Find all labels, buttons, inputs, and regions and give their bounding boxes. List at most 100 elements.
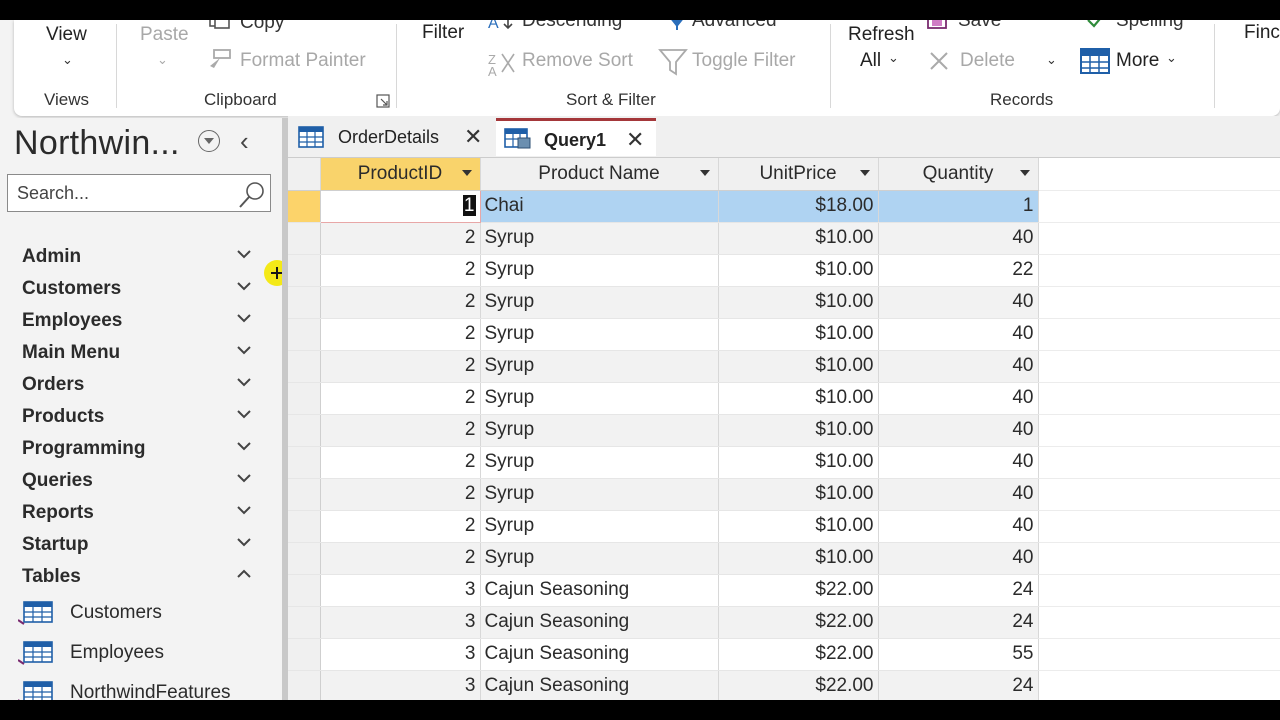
tab-query1[interactable]: Query1 ✕ xyxy=(496,118,656,156)
nav-pane-title[interactable]: Northwin... xyxy=(14,124,180,163)
tab-orderdetails[interactable]: OrderDetails ✕ xyxy=(288,118,494,156)
cell-product-name[interactable]: Syrup xyxy=(480,414,719,447)
nav-group-programming[interactable]: Programming xyxy=(22,434,262,464)
nav-group-employees[interactable]: Employees xyxy=(22,306,262,336)
more-button[interactable]: More xyxy=(1116,50,1159,72)
record-selector[interactable] xyxy=(288,190,321,223)
record-selector[interactable] xyxy=(288,446,321,479)
nav-table-employees[interactable]: Employees xyxy=(18,636,268,670)
close-tab-icon[interactable]: ✕ xyxy=(626,127,644,153)
table-row[interactable]: 2 Syrup $10.00 40 xyxy=(288,478,1280,511)
refresh-dropdown-icon[interactable]: ⌄ xyxy=(888,50,899,66)
record-selector[interactable] xyxy=(288,670,321,700)
cell-product-name[interactable]: Syrup xyxy=(480,542,719,575)
cell-product-name[interactable]: Syrup xyxy=(480,382,719,415)
cell-product-name[interactable]: Syrup xyxy=(480,286,719,319)
more-dropdown-icon[interactable]: ⌄ xyxy=(1166,50,1177,66)
cell-unitprice[interactable]: $10.00 xyxy=(718,318,879,351)
filter-button[interactable]: Filter xyxy=(422,22,464,44)
search-icon[interactable] xyxy=(238,181,266,209)
table-row[interactable]: 3 Cajun Seasoning $22.00 24 xyxy=(288,670,1280,700)
table-row[interactable]: 3 Cajun Seasoning $22.00 24 xyxy=(288,574,1280,607)
record-selector[interactable] xyxy=(288,638,321,671)
cell-unitprice[interactable]: $22.00 xyxy=(718,638,879,671)
nav-table-northwindfeatures[interactable]: NorthwindFeatures xyxy=(18,676,268,700)
cell-productid[interactable]: 2 xyxy=(320,446,481,479)
cell-unitprice[interactable]: $22.00 xyxy=(718,574,879,607)
cell-product-name[interactable]: Syrup xyxy=(480,350,719,383)
cell-quantity[interactable]: 40 xyxy=(878,446,1039,479)
view-dropdown-icon[interactable]: ⌄ xyxy=(62,52,73,68)
nav-group-tables[interactable]: Tables xyxy=(22,562,262,592)
save-button[interactable]: Save xyxy=(958,20,1001,32)
cell-quantity[interactable]: 24 xyxy=(878,574,1039,607)
table-row[interactable]: 2 Syrup $10.00 40 xyxy=(288,350,1280,383)
cell-product-name[interactable]: Cajun Seasoning xyxy=(480,574,719,607)
cell-product-name[interactable]: Chai xyxy=(480,190,719,223)
record-selector[interactable] xyxy=(288,222,321,255)
cell-unitprice[interactable]: $10.00 xyxy=(718,510,879,543)
record-selector[interactable] xyxy=(288,510,321,543)
cell-quantity[interactable]: 40 xyxy=(878,382,1039,415)
table-row[interactable]: 2 Syrup $10.00 40 xyxy=(288,510,1280,543)
cell-unitprice[interactable]: $10.00 xyxy=(718,414,879,447)
nav-group-customers[interactable]: Customers xyxy=(22,274,262,304)
view-button[interactable]: View xyxy=(46,24,87,46)
record-selector[interactable] xyxy=(288,414,321,447)
cell-product-name[interactable]: Cajun Seasoning xyxy=(480,606,719,639)
cell-unitprice[interactable]: $10.00 xyxy=(718,222,879,255)
column-header-unitprice[interactable]: UnitPrice xyxy=(718,158,879,191)
cell-productid[interactable]: 2 xyxy=(320,318,481,351)
nav-group-products[interactable]: Products xyxy=(22,402,262,432)
column-filter-dropdown-icon[interactable] xyxy=(699,170,710,176)
cell-quantity[interactable]: 1 xyxy=(878,190,1039,223)
copy-button[interactable]: Copy xyxy=(240,20,284,34)
cell-quantity[interactable]: 24 xyxy=(878,606,1039,639)
cell-productid[interactable]: 2 xyxy=(320,510,481,543)
cell-unitprice[interactable]: $10.00 xyxy=(718,254,879,287)
cell-unitprice[interactable]: $10.00 xyxy=(718,350,879,383)
cell-productid[interactable]: 3 xyxy=(320,606,481,639)
cell-quantity[interactable]: 40 xyxy=(878,478,1039,511)
nav-group-admin[interactable]: Admin xyxy=(22,242,262,272)
cell-quantity[interactable]: 40 xyxy=(878,318,1039,351)
record-selector[interactable] xyxy=(288,286,321,319)
cell-product-name[interactable]: Cajun Seasoning xyxy=(480,638,719,671)
cell-product-name[interactable]: Cajun Seasoning xyxy=(480,670,719,700)
cell-quantity[interactable]: 40 xyxy=(878,350,1039,383)
cell-quantity[interactable]: 40 xyxy=(878,286,1039,319)
cell-quantity[interactable]: 22 xyxy=(878,254,1039,287)
nav-group-reports[interactable]: Reports xyxy=(22,498,262,528)
refresh-all-button[interactable]: Refresh xyxy=(848,24,915,46)
spelling-button[interactable]: Spelling xyxy=(1116,20,1184,32)
column-filter-dropdown-icon[interactable] xyxy=(859,170,870,176)
cell-productid[interactable]: 2 xyxy=(320,286,481,319)
cell-productid[interactable]: 1 xyxy=(319,189,481,223)
nav-group-queries[interactable]: Queries xyxy=(22,466,262,496)
nav-pane-menu-icon[interactable] xyxy=(198,130,220,152)
descending-button[interactable]: Descending xyxy=(522,20,622,32)
delete-button[interactable]: Delete xyxy=(960,50,1015,72)
select-all-corner[interactable] xyxy=(288,158,321,191)
table-row[interactable]: 2 Syrup $10.00 40 xyxy=(288,446,1280,479)
table-row[interactable]: 2 Syrup $10.00 22 xyxy=(288,254,1280,287)
cell-productid[interactable]: 2 xyxy=(320,222,481,255)
cell-quantity[interactable]: 24 xyxy=(878,670,1039,700)
paste-button[interactable]: Paste xyxy=(140,24,189,46)
table-row[interactable]: 2 Syrup $10.00 40 xyxy=(288,382,1280,415)
table-row[interactable]: 2 Syrup $10.00 40 xyxy=(288,222,1280,255)
format-painter-button[interactable]: Format Painter xyxy=(240,50,366,72)
table-row[interactable]: 2 Syrup $10.00 40 xyxy=(288,286,1280,319)
nav-table-customers[interactable]: Customers xyxy=(18,596,268,630)
cell-unitprice[interactable]: $10.00 xyxy=(718,286,879,319)
find-button[interactable]: Finc xyxy=(1244,22,1280,44)
cell-productid[interactable]: 2 xyxy=(320,542,481,575)
nav-group-main-menu[interactable]: Main Menu xyxy=(22,338,262,368)
nav-group-startup[interactable]: Startup xyxy=(22,530,262,560)
column-header-product-name[interactable]: Product Name xyxy=(480,158,719,191)
record-selector[interactable] xyxy=(288,350,321,383)
cell-unitprice[interactable]: $22.00 xyxy=(718,606,879,639)
nav-search-input[interactable] xyxy=(17,183,237,204)
cell-unitprice[interactable]: $10.00 xyxy=(718,478,879,511)
remove-sort-button[interactable]: Remove Sort xyxy=(522,50,633,72)
